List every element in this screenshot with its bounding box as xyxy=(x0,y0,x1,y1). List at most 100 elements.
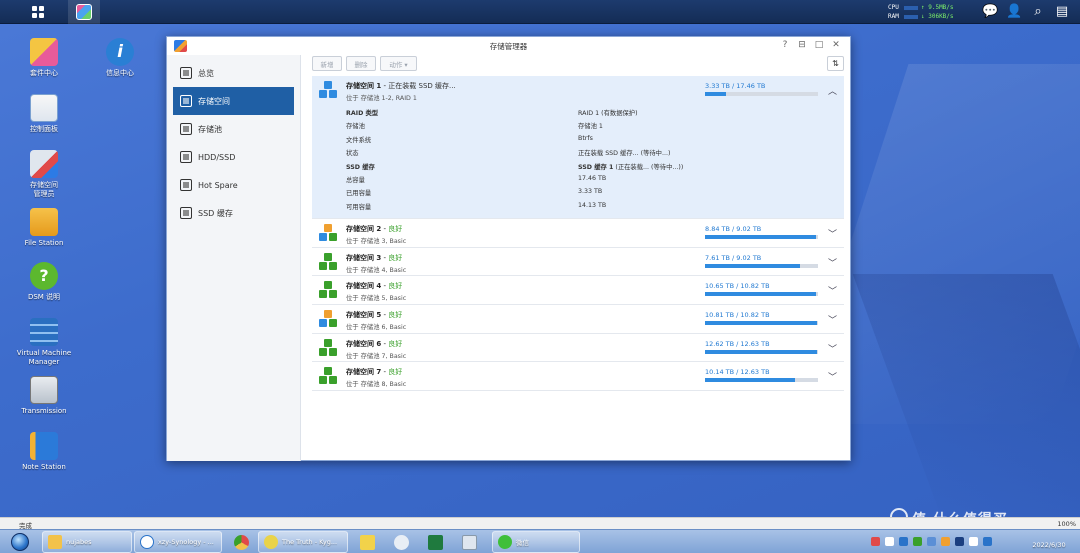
tray-s-icon[interactable] xyxy=(885,537,894,546)
delete-button[interactable]: 删除 xyxy=(346,56,376,71)
desktop-icon-note-station[interactable]: Note Station xyxy=(7,432,81,472)
detail-key: 可用容量 xyxy=(346,203,372,211)
taskbar-item-music[interactable]: The Truth - Kyg... xyxy=(258,531,348,553)
expand-chevron-icon[interactable]: ﹀ xyxy=(828,313,837,326)
volume-row[interactable]: 存储空间 6 - 良好 位于 存储池 7, Basic 12.62 TB / 1… xyxy=(312,334,844,363)
desktop-icon-control-panel[interactable]: 控制面板 xyxy=(7,94,81,134)
collapse-chevron-icon[interactable]: ︿ xyxy=(828,84,837,97)
notification-icon[interactable]: 💬 xyxy=(982,4,998,20)
dsm-top-bar: CPU ↑ 9.5MB/s RAM ↓ 306KB/s 💬 👤 ⌕ ▤ xyxy=(0,0,1080,24)
tray-flag-icon[interactable] xyxy=(941,537,950,546)
volume-row[interactable]: 存储空间 4 - 良好 位于 存储池 5, Basic 10.65 TB / 1… xyxy=(312,276,844,306)
detail-row: RAID 类型 RAID 1 (有数据保护) xyxy=(346,106,726,119)
action-dropdown[interactable]: 动作 ▾ xyxy=(380,56,417,71)
volume-cube-icon xyxy=(318,81,338,101)
taskbar-pin-chrome[interactable] xyxy=(226,531,256,553)
taskbar-pin-remote[interactable] xyxy=(386,531,416,553)
browser-icon xyxy=(140,535,154,549)
sidebar-item-ssd-cache[interactable]: SSD 缓存 xyxy=(173,199,294,227)
toolbar: 新增 删除 动作 ▾ ⇅ xyxy=(312,56,844,74)
close-button[interactable]: ✕ xyxy=(830,40,842,50)
search-icon[interactable]: ⌕ xyxy=(1030,4,1046,20)
volume-capacity-bar xyxy=(705,349,818,354)
tray-monitor-icon[interactable] xyxy=(955,537,964,546)
volume-cube-icon xyxy=(318,367,338,387)
volume-row[interactable]: 存储空间 3 - 良好 位于 存储池 4, Basic 7.61 TB / 9.… xyxy=(312,248,844,277)
taskbar-storage-manager-button[interactable] xyxy=(68,0,100,24)
help-button[interactable]: ? xyxy=(779,40,791,50)
sidebar-item-label: 存储池 xyxy=(198,124,222,134)
expand-chevron-icon[interactable]: ﹀ xyxy=(828,284,837,297)
window-title: 存储管理器 xyxy=(489,42,528,51)
taskbar-item-wechat[interactable]: 微信 xyxy=(492,531,580,553)
storage-pool-icon xyxy=(180,123,192,135)
main-menu-button[interactable] xyxy=(22,0,54,24)
desktop-icon-label: 存储空间 管理员 xyxy=(30,181,58,198)
tray-network-icon[interactable] xyxy=(927,537,936,546)
volume-row[interactable]: 存储空间 1 - 正在装载 SSD 缓存... 位于 存储池 1-2, RAID… xyxy=(312,76,844,219)
tray-bluetooth-icon[interactable] xyxy=(899,537,908,546)
taskbar-item-browser[interactable]: xzy-Synology - ... xyxy=(134,531,222,553)
volume-capacity-text: 10.14 TB / 12.63 TB xyxy=(705,368,770,377)
expand-chevron-icon[interactable]: ﹀ xyxy=(828,342,837,355)
taskbar-item-folder[interactable]: nujabes xyxy=(42,531,132,553)
volume-row[interactable]: 存储空间 5 - 良好 位于 存储池 6, Basic 10.81 TB / 1… xyxy=(312,305,844,334)
virtual-machine-icon xyxy=(30,318,58,346)
sort-button[interactable]: ⇅ xyxy=(827,56,844,71)
sidebar-item-hdd-ssd[interactable]: HDD/SSD xyxy=(173,143,294,171)
pin-button[interactable]: ⊟ xyxy=(796,40,808,50)
ssd-cache-link[interactable]: SSD 缓存 1 xyxy=(578,164,613,171)
volume-name: 存储空间 4 xyxy=(346,282,382,291)
volume-status: 正在装载 SSD 缓存... xyxy=(388,82,456,90)
tray-antivirus-icon[interactable] xyxy=(871,537,880,546)
taskbar-clock-date[interactable]: 2022/6/30 xyxy=(1020,541,1078,549)
capacity-fill xyxy=(705,92,727,96)
sidebar-item-storage-pool[interactable]: 存储池 xyxy=(173,115,294,143)
desktop-icon-transmission[interactable]: Transmission xyxy=(7,376,81,416)
sidebar-item-hot-spare[interactable]: Hot Spare xyxy=(173,171,294,199)
desktop-icon-virtual-machine-manager[interactable]: Virtual Machine Manager xyxy=(7,318,81,367)
desktop-icon-package-center[interactable]: 套件中心 xyxy=(7,38,81,78)
start-button[interactable] xyxy=(1,531,39,553)
storage-manager-icon xyxy=(30,150,58,178)
maximize-button[interactable]: □ xyxy=(813,40,825,50)
volume-cube-icon xyxy=(318,252,338,273)
detail-row: SSD 缓存 SSD 缓存 1 (正在装载... (等待中...)) xyxy=(346,160,726,173)
new-button[interactable]: 新增 xyxy=(312,56,342,71)
desktop-icon-label: 信息中心 xyxy=(106,69,134,77)
detail-value: 3.33 TB xyxy=(578,188,603,196)
transmission-icon xyxy=(30,376,58,404)
desktop-icon-file-station[interactable]: File Station xyxy=(7,208,81,248)
ssd-cache-status: (正在装载... (等待中...)) xyxy=(613,163,684,171)
resource-monitor-widget[interactable]: CPU ↑ 9.5MB/s RAM ↓ 306KB/s xyxy=(888,3,968,21)
desktop-icon-info-center[interactable]: i 信息中心 xyxy=(83,38,157,78)
expand-chevron-icon[interactable]: ﹀ xyxy=(828,256,837,269)
taskbar-pin-calculator[interactable] xyxy=(454,531,484,553)
ram-label: RAM xyxy=(888,13,899,20)
sidebar-item-overview[interactable]: 总览 xyxy=(173,59,294,87)
user-icon[interactable]: 👤 xyxy=(1006,4,1022,20)
tray-volume-icon[interactable] xyxy=(969,537,978,546)
taskbar-pin-app[interactable] xyxy=(352,531,382,553)
expand-chevron-icon[interactable]: ﹀ xyxy=(828,370,837,383)
volume-capacity-text: 10.65 TB / 10.82 TB xyxy=(705,282,770,291)
detail-value: 存储池 1 xyxy=(578,123,603,131)
widgets-icon[interactable]: ▤ xyxy=(1054,4,1070,20)
volume-row[interactable]: 存储空间 7 - 良好 位于 存储池 8, Basic 10.14 TB / 1… xyxy=(312,362,844,392)
overview-icon xyxy=(180,67,192,79)
capacity-fill xyxy=(705,321,817,326)
tray-network-status-icon[interactable] xyxy=(983,537,992,546)
volume-row[interactable]: 存储空间 2 - 良好 位于 存储池 3, Basic 8.84 TB / 9.… xyxy=(312,219,844,248)
desktop-icon-storage-manager[interactable]: 存储空间 管理员 xyxy=(7,150,81,199)
zoom-level[interactable]: 100% xyxy=(1057,520,1076,528)
desktop-icon-label: Note Station xyxy=(22,463,66,471)
tray-wechat-icon[interactable] xyxy=(913,537,922,546)
taskbar-pin-excel[interactable] xyxy=(420,531,450,553)
window-title-bar[interactable]: 存储管理器 ? ⊟ □ ✕ xyxy=(167,37,850,55)
desktop-icon-dsm-help[interactable]: ? DSM 说明 xyxy=(7,262,81,302)
calculator-icon xyxy=(461,534,477,550)
volume-title: 存储空间 1 - 正在装载 SSD 缓存... xyxy=(346,82,456,90)
sidebar-item-volume[interactable]: 存储空间 xyxy=(173,87,294,115)
volume-capacity-bar xyxy=(705,92,818,96)
expand-chevron-icon[interactable]: ﹀ xyxy=(828,227,837,240)
